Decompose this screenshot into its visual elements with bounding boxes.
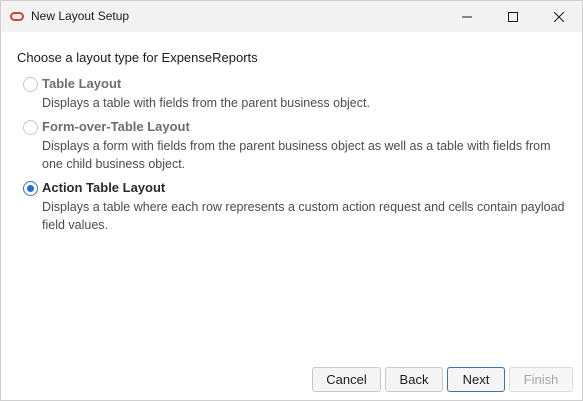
option-description: Displays a table with fields from the pa…	[42, 96, 370, 110]
maximize-button[interactable]	[490, 1, 536, 32]
close-button[interactable]	[536, 1, 582, 32]
minimize-button[interactable]	[444, 1, 490, 32]
radio-action-table-layout[interactable]	[23, 181, 38, 196]
radio-form-over-table-layout[interactable]	[23, 120, 38, 135]
oracle-logo-icon	[10, 12, 24, 21]
option-label[interactable]: Action Table Layout	[42, 180, 165, 195]
finish-button: Finish	[509, 367, 573, 392]
layout-prompt: Choose a layout type for ExpenseReports	[17, 50, 258, 65]
window-title: New Layout Setup	[31, 9, 130, 23]
title-bar[interactable]: New Layout Setup	[1, 1, 582, 32]
option-label[interactable]: Form-over-Table Layout	[42, 119, 190, 134]
option-label[interactable]: Table Layout	[42, 76, 121, 91]
close-icon	[554, 11, 564, 22]
radio-table-layout[interactable]	[23, 77, 38, 92]
maximize-icon	[508, 11, 518, 22]
back-button[interactable]: Back	[385, 367, 443, 392]
minimize-icon	[462, 16, 472, 17]
option-description: Displays a form with fields from the par…	[42, 139, 551, 171]
option-description: Displays a table where each row represen…	[42, 200, 565, 232]
next-button[interactable]: Next	[447, 367, 505, 392]
dialog-window: New Layout Setup Choose a layout type fo…	[0, 0, 583, 401]
cancel-button[interactable]: Cancel	[312, 367, 381, 392]
dialog-content: Choose a layout type for ExpenseReports …	[1, 32, 582, 400]
